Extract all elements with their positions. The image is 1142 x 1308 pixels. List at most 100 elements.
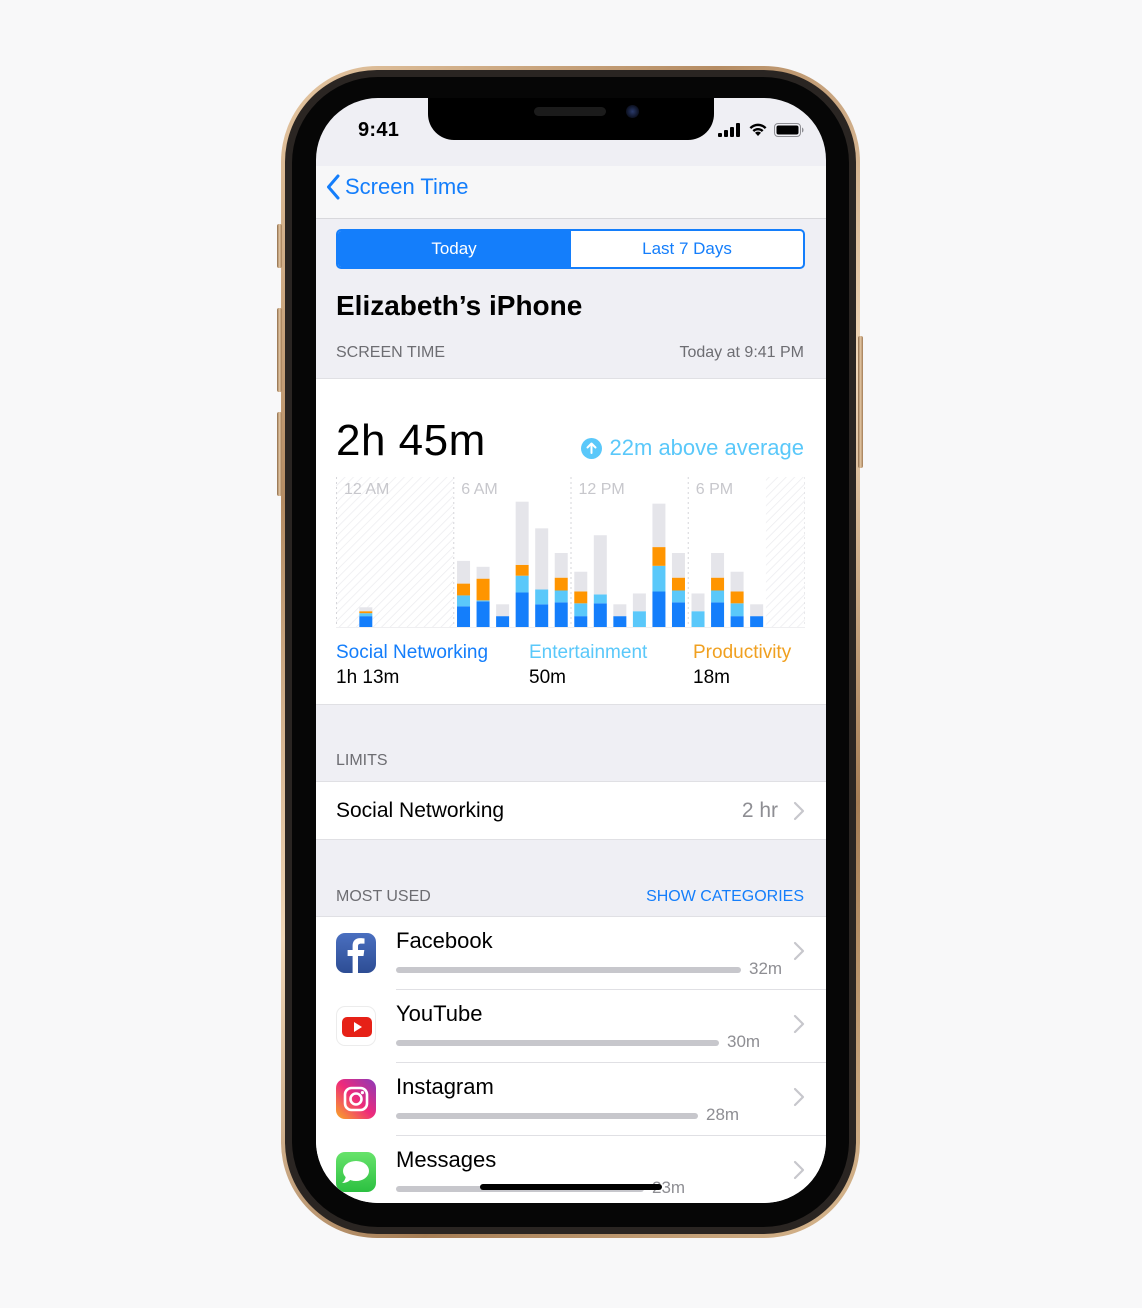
x-tick-label: 12 PM (579, 481, 625, 498)
bar-segment-entertainment-h18 (691, 611, 705, 627)
screen-time-timestamp: Today at 9:41 PM (679, 344, 804, 361)
bar-segment-entertainment-h15 (632, 611, 646, 627)
bar-segment-social-networking-h16 (652, 591, 666, 627)
volume-down-button (277, 412, 282, 496)
bar-segment-social-networking-h7 (476, 601, 490, 627)
bar-segment-other-h7 (476, 566, 490, 579)
tab-last-7-days[interactable]: Last 7 Days (570, 231, 803, 267)
bar-segment-productivity-h16 (652, 547, 666, 566)
app-row-youtube[interactable]: YouTube 30m (316, 990, 826, 1063)
bar-segment-entertainment-h13 (593, 594, 607, 604)
app-row-instagram[interactable]: Instagram 28m (316, 1063, 826, 1136)
usage-time: 28m (706, 1105, 740, 1124)
legend-productivity[interactable]: Productivity 18m (693, 642, 791, 689)
bar-segment-other-h12 (574, 571, 588, 592)
period-segmented-control: Today Last 7 Days (336, 229, 805, 269)
bar-segment-other-h8 (496, 604, 510, 617)
usage-time: 30m (727, 1032, 761, 1051)
back-button[interactable]: Screen Time (326, 174, 469, 200)
bar-segment-other-h16 (652, 503, 666, 548)
bar-segment-entertainment-h16 (652, 565, 666, 592)
status-icons (718, 122, 804, 137)
x-tick-label: 6 PM (696, 481, 733, 498)
bar-segment-entertainment-h1 (359, 613, 373, 617)
bar-segment-productivity-h20 (730, 591, 744, 604)
screen-time-header: SCREEN TIME Today at 9:41 PM (336, 344, 804, 362)
bar-segment-other-h18 (691, 593, 705, 612)
legend-value: 18m (693, 667, 730, 688)
bar-segment-social-networking-h13 (593, 603, 607, 627)
bar-segment-social-networking-h21 (750, 616, 764, 627)
tab-today[interactable]: Today (338, 231, 570, 267)
bar-segment-entertainment-h17 (671, 590, 685, 603)
screen: 9:41 Screen Time Today Last 7 Days Eliza… (316, 98, 826, 1203)
chevron-right-icon (793, 1087, 805, 1107)
side-button (858, 336, 863, 468)
bar-segment-social-networking-h20 (730, 616, 744, 627)
cellular-signal-icon (718, 122, 740, 137)
bar-segment-entertainment-h9 (515, 575, 529, 593)
average-comparison-text: 22m above average (609, 435, 804, 460)
status-time: 9:41 (358, 119, 400, 141)
notch (428, 98, 714, 140)
legend-social-networking[interactable]: Social Networking 1h 13m (336, 642, 488, 689)
bar-segment-productivity-h11 (554, 577, 568, 591)
show-categories-link[interactable]: SHOW CATEGORIES (646, 888, 804, 906)
legend-value: 1h 13m (336, 667, 400, 688)
device-title: Elizabeth’s iPhone (336, 290, 583, 321)
legend-value: 50m (529, 667, 566, 688)
bar-segment-social-networking-h17 (671, 602, 685, 627)
chevron-right-icon (793, 941, 805, 961)
wifi-icon (749, 123, 767, 136)
app-row-facebook[interactable]: Facebook 32m (316, 917, 826, 990)
speaker (534, 107, 606, 116)
downtime-region (336, 477, 454, 627)
bar-segment-productivity-h17 (671, 577, 685, 591)
volume-up-button (277, 308, 282, 392)
most-used-list: Facebook 32m YouTube 30m Instagram 28m M… (316, 916, 826, 1203)
messages-icon (336, 1152, 376, 1192)
bar-segment-social-networking-h11 (554, 602, 568, 627)
limits-header-label: LIMITS (336, 752, 388, 769)
screen-time-card[interactable]: 2h 45m 22m above average 12 AM 6 AM 12 PM 6… (316, 378, 826, 705)
app-name: Messages (396, 1147, 497, 1172)
bar-segment-productivity-h6 (457, 583, 471, 596)
bar-segment-productivity-h12 (574, 591, 588, 604)
bar-segment-other-h9 (515, 501, 529, 565)
usage-chart[interactable]: 12 AM 6 AM 12 PM 6 PM (336, 477, 805, 629)
bar-segment-social-networking-h19 (711, 602, 725, 627)
app-name: Instagram (396, 1074, 494, 1099)
arrow-up-circle-icon (580, 437, 602, 459)
bar-segment-other-h13 (593, 535, 607, 595)
bar-segment-entertainment-h10 (535, 589, 549, 605)
bar-segment-social-networking-h1 (359, 616, 373, 627)
bar-segment-social-networking-h9 (515, 592, 529, 627)
limit-name: Social Networking (336, 799, 505, 822)
downtime-region (765, 477, 805, 627)
bar-segment-entertainment-h12 (574, 603, 588, 617)
app-name: Facebook (396, 928, 493, 953)
limit-row-social-networking[interactable]: Social Networking 2 hr (316, 781, 826, 840)
bar-segment-other-h6 (457, 560, 471, 584)
bar-segment-other-h15 (632, 593, 646, 612)
instagram-icon (336, 1079, 376, 1119)
x-tick-label: 12 AM (344, 481, 389, 498)
home-indicator[interactable] (480, 1184, 662, 1190)
bar-segment-other-h14 (613, 604, 627, 617)
legend-entertainment[interactable]: Entertainment 50m (529, 642, 647, 689)
limit-value: 2 hr (741, 799, 778, 822)
bar-segment-social-networking-h12 (574, 616, 588, 627)
bar-segment-other-h11 (554, 553, 568, 578)
x-tick-label: 6 AM (461, 481, 497, 498)
battery-icon (774, 122, 804, 137)
legend-label: Social Networking (336, 642, 489, 663)
navigation-bar: Screen Time (316, 166, 826, 219)
app-row-messages[interactable]: Messages 23m (316, 1136, 826, 1203)
bar-segment-social-networking-h10 (535, 604, 549, 627)
bar-segment-productivity-h9 (515, 564, 529, 576)
bar-segment-social-networking-h14 (613, 616, 627, 627)
back-button-label: Screen Time (345, 174, 469, 199)
bar-segment-other-h20 (730, 571, 744, 592)
usage-time: 32m (749, 959, 783, 978)
bar-segment-other-h1 (359, 607, 373, 612)
